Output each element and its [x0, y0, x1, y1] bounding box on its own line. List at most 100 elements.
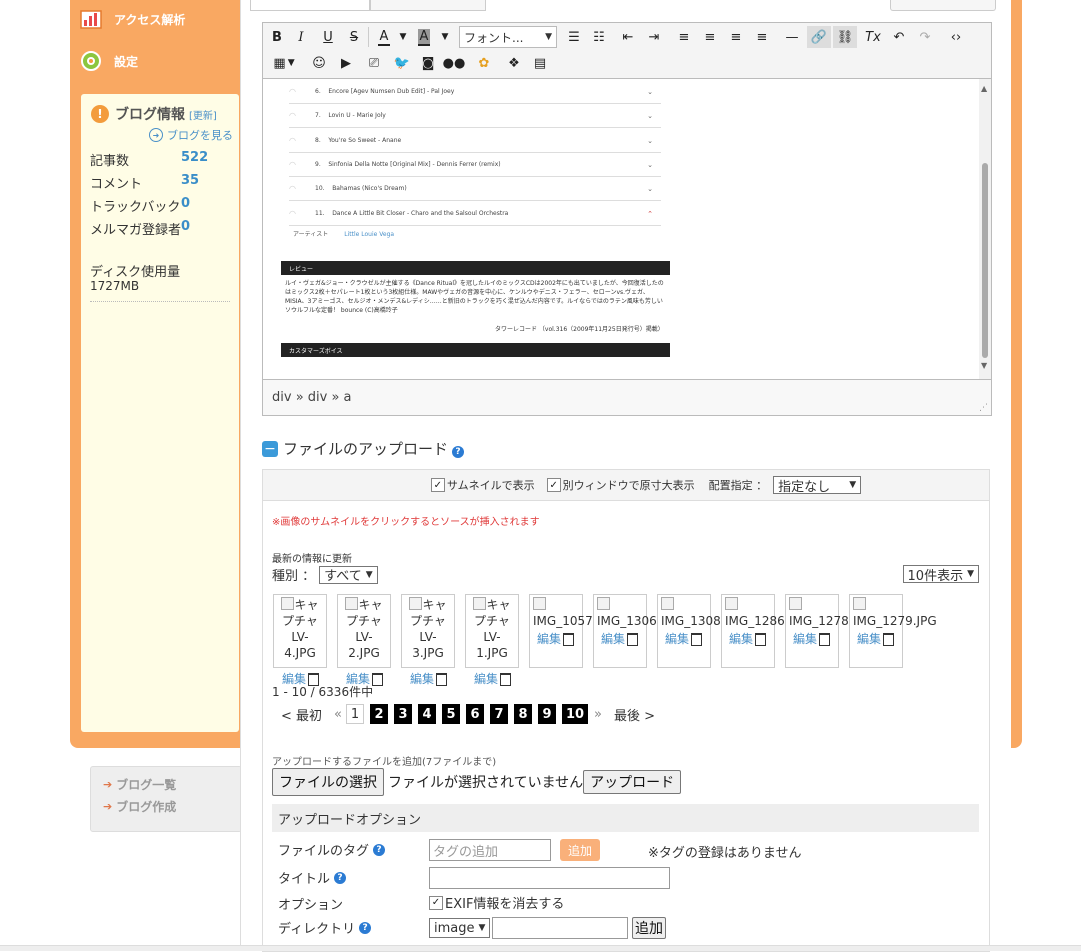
link-icon[interactable]: 🔗: [807, 26, 831, 48]
edit-link[interactable]: 編集: [857, 631, 895, 647]
tab-right-button[interactable]: [890, 0, 996, 11]
file-thumbnail[interactable]: IMG_1057.JPG 編集: [529, 594, 617, 668]
trash-icon[interactable]: [436, 672, 448, 686]
file-thumbnail[interactable]: IMG_1279.JPG 編集: [849, 594, 937, 668]
help-icon[interactable]: ?: [373, 843, 386, 856]
redo-icon[interactable]: ↷: [915, 26, 935, 48]
file-thumbnail[interactable]: キャプチャLV-3.JPG 編集: [401, 594, 455, 686]
help-icon[interactable]: ?: [359, 921, 372, 934]
file-thumbnail[interactable]: キャプチャLV-2.JPG 編集: [337, 594, 391, 686]
file-thumbnail[interactable]: IMG_1308.JPG 編集: [657, 594, 745, 668]
file-thumbnail[interactable]: キャプチャLV-4.JPG 編集: [273, 594, 327, 686]
kind-select[interactable]: すべて ▼: [319, 565, 378, 584]
template-icon[interactable]: ▤: [529, 52, 551, 74]
trash-icon[interactable]: [563, 632, 575, 646]
trash-icon[interactable]: [691, 632, 703, 646]
font-color-icon[interactable]: A: [373, 26, 395, 48]
directory-input[interactable]: [492, 917, 628, 939]
align-left-icon[interactable]: ≡: [673, 26, 695, 48]
sidebar-item-access-analysis[interactable]: アクセス解析: [80, 4, 230, 34]
flickr-icon[interactable]: ●●: [443, 52, 466, 74]
sidebar-item-settings[interactable]: 設定: [80, 46, 230, 76]
undo-icon[interactable]: ↶: [889, 26, 909, 48]
trash-icon[interactable]: [372, 672, 384, 686]
refresh-link[interactable]: 最新の情報に更新: [272, 550, 352, 565]
directory-select[interactable]: image ▼: [429, 918, 491, 938]
underline-icon[interactable]: U: [318, 26, 338, 48]
emoji-icon[interactable]: ☺: [309, 52, 329, 74]
clear-format-icon[interactable]: Tx: [863, 26, 883, 48]
page-link[interactable]: 1: [346, 704, 364, 724]
trash-icon[interactable]: [883, 632, 895, 646]
page-link[interactable]: 2: [370, 704, 388, 724]
video-icon[interactable]: ⎚: [363, 52, 385, 74]
italic-icon[interactable]: I: [291, 26, 311, 48]
resize-handle-icon[interactable]: ⋰: [979, 403, 988, 413]
strikethrough-icon[interactable]: S: [344, 26, 364, 48]
horizontal-rule-icon[interactable]: —: [781, 26, 803, 48]
google-photos-icon[interactable]: ✿: [473, 52, 495, 74]
directory-add-button[interactable]: 追加: [632, 917, 666, 939]
next-icon[interactable]: »: [594, 707, 602, 722]
file-thumbnail[interactable]: IMG_1278.JPG 編集: [785, 594, 873, 668]
prev-icon[interactable]: «: [334, 707, 342, 722]
dropbox-icon[interactable]: ❖: [503, 52, 525, 74]
chevron-down-icon[interactable]: ▼: [397, 26, 409, 48]
edit-link[interactable]: 編集: [474, 671, 512, 687]
last-page-link[interactable]: 最後 >: [614, 705, 655, 724]
edit-link[interactable]: 編集: [665, 631, 703, 647]
choose-file-button[interactable]: ファイルの選択: [272, 768, 384, 796]
blog-list-link[interactable]: ➔ ブログ一覧: [103, 776, 176, 793]
page-link[interactable]: 4: [418, 704, 436, 724]
trash-icon[interactable]: [755, 632, 767, 646]
per-page-select[interactable]: 10件表示 ▼: [902, 565, 979, 584]
trash-icon[interactable]: [627, 632, 639, 646]
unlink-icon[interactable]: ⛓: [833, 26, 857, 48]
table-icon[interactable]: ▦ ▼: [267, 52, 301, 74]
file-thumbnail[interactable]: IMG_1286.JPG 編集: [721, 594, 809, 668]
align-justify-icon[interactable]: ≡: [751, 26, 773, 48]
scroll-down-icon[interactable]: ▼: [981, 361, 987, 370]
page-link[interactable]: 6: [466, 704, 484, 724]
bold-icon[interactable]: B: [267, 26, 287, 48]
file-thumbnail[interactable]: キャプチャLV-1.JPG 編集: [465, 594, 519, 686]
indent-icon[interactable]: ⇥: [643, 26, 665, 48]
blog-create-link[interactable]: ➔ ブログ作成: [103, 798, 176, 815]
chevron-down-icon[interactable]: ▼: [439, 26, 451, 48]
title-input[interactable]: [429, 867, 670, 889]
page-link[interactable]: 8: [514, 704, 532, 724]
edit-link[interactable]: 編集: [793, 631, 831, 647]
thumbnail-checkbox[interactable]: ✓ サムネイルで表示: [430, 477, 535, 493]
align-center-icon[interactable]: ≡: [699, 26, 721, 48]
trash-icon[interactable]: [500, 672, 512, 686]
bullet-list-icon[interactable]: ☰: [563, 26, 585, 48]
edit-link[interactable]: 編集: [601, 631, 639, 647]
editor-scrollbar[interactable]: ▲ ▼: [979, 79, 991, 379]
tab-active[interactable]: [250, 0, 370, 11]
bg-color-icon[interactable]: A: [413, 26, 435, 48]
tag-input[interactable]: タグの追加: [429, 839, 551, 861]
twitter-icon[interactable]: 🐦: [391, 52, 413, 74]
help-icon[interactable]: ?: [452, 445, 465, 458]
align-right-icon[interactable]: ≡: [725, 26, 747, 48]
scroll-up-icon[interactable]: ▲: [981, 84, 987, 93]
edit-link[interactable]: 編集: [410, 671, 448, 687]
page-link[interactable]: 3: [394, 704, 412, 724]
tag-add-button[interactable]: 追加: [560, 839, 600, 861]
numbered-list-icon[interactable]: ☷: [588, 26, 610, 48]
editor-content[interactable]: ◠ 6. Encore [Agev Numsen Dub Edit] - Pal …: [263, 79, 979, 379]
font-family-select[interactable]: フォント... ▼: [459, 26, 557, 48]
upload-button[interactable]: アップロード: [583, 770, 682, 794]
youtube-icon[interactable]: ▶: [335, 52, 357, 74]
page-link[interactable]: 9: [538, 704, 556, 724]
view-blog-link[interactable]: ➜ ブログを見る: [149, 127, 233, 143]
collapse-icon[interactable]: −: [262, 440, 278, 457]
align-select[interactable]: 指定なし ▼: [773, 476, 862, 495]
new-window-checkbox[interactable]: ✓ 別ウィンドウで原寸大表示: [546, 477, 695, 493]
page-link[interactable]: 10: [562, 704, 588, 724]
instagram-icon[interactable]: ◙: [417, 52, 439, 74]
update-link[interactable]: [更新]: [189, 107, 217, 122]
edit-link[interactable]: 編集: [537, 631, 575, 647]
page-link[interactable]: 7: [490, 704, 508, 724]
upload-section-header[interactable]: − ファイルのアップロード ?: [262, 438, 465, 459]
